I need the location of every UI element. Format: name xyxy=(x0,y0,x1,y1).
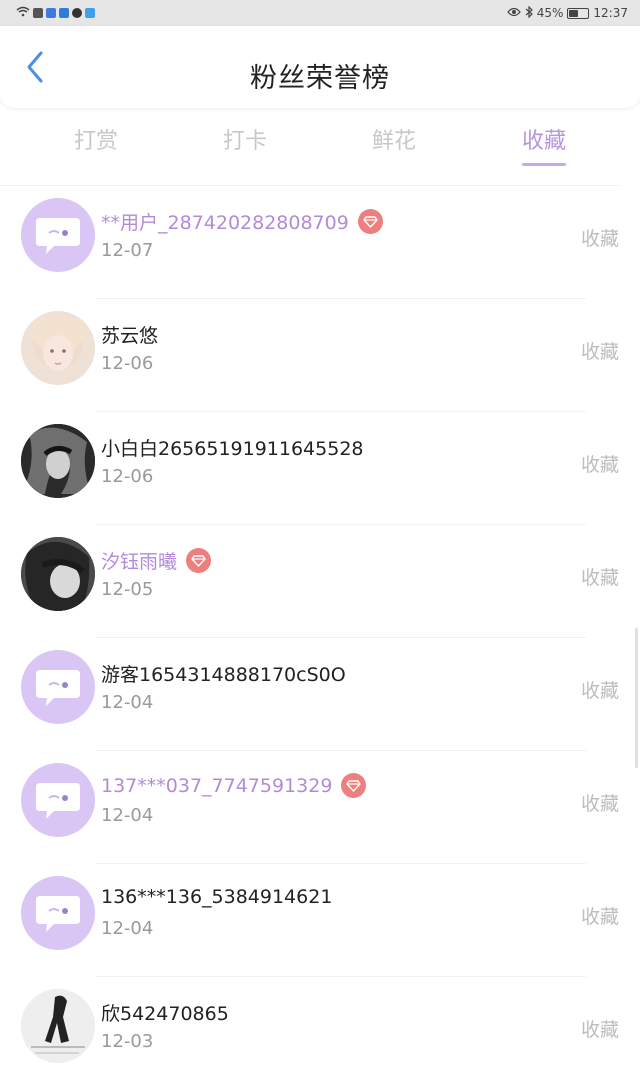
user-name[interactable]: 小白白26565191911645528 xyxy=(101,434,364,461)
avatar[interactable] xyxy=(21,311,95,385)
status-bar: 45% 12:37 xyxy=(0,0,640,26)
date: 12-05 xyxy=(101,579,154,600)
action-label: 收藏 xyxy=(580,793,619,815)
avatar[interactable] xyxy=(21,198,95,272)
eye-icon xyxy=(506,6,521,20)
list-item[interactable]: 小白白26565191911645528 12-06 收藏 xyxy=(21,412,619,525)
clock: 12:37 xyxy=(593,6,628,20)
user-name[interactable]: 游客1654314888170cS0O xyxy=(101,660,346,687)
action-label: 收藏 xyxy=(580,567,619,589)
diamond-badge-icon xyxy=(186,548,212,573)
avatar[interactable] xyxy=(21,763,95,837)
action-label: 收藏 xyxy=(580,228,619,250)
battery-icon xyxy=(567,7,590,19)
list-item[interactable]: 苏云悠 12-06 收藏 xyxy=(21,299,619,412)
chat-bubble-icon xyxy=(36,783,80,819)
avatar[interactable] xyxy=(21,989,95,1063)
diamond-badge-icon xyxy=(341,773,367,798)
avatar[interactable] xyxy=(21,537,95,611)
active-tab-indicator xyxy=(522,163,566,166)
date: 12-06 xyxy=(101,466,154,487)
tab-favorites-label: 收藏 xyxy=(521,129,566,154)
tab-tips[interactable]: 打赏 xyxy=(66,123,126,155)
date: 12-07 xyxy=(101,240,154,261)
bluetooth-icon xyxy=(525,5,533,21)
user-name[interactable]: 136***136_5384914621 xyxy=(101,886,332,908)
user-name[interactable]: **用户_287420282808709 xyxy=(101,208,349,235)
tab-favorites[interactable]: 收藏 xyxy=(514,123,574,166)
app-icon xyxy=(72,8,82,18)
tab-checkin[interactable]: 打卡 xyxy=(215,123,275,155)
action-label: 收藏 xyxy=(580,1019,619,1041)
tab-flowers[interactable]: 鲜花 xyxy=(364,123,424,155)
user-name[interactable]: 苏云悠 xyxy=(101,321,158,348)
date: 12-04 xyxy=(101,692,154,713)
date: 12-04 xyxy=(101,805,154,826)
user-name[interactable]: 137***037_7747591329 xyxy=(101,775,332,797)
app-icon xyxy=(46,8,56,18)
list-item[interactable]: 137***037_7747591329 12-04 收藏 xyxy=(21,751,619,864)
user-name[interactable]: 汐钰雨曦 xyxy=(101,547,177,574)
diamond-badge-icon xyxy=(357,209,383,234)
scrollbar[interactable] xyxy=(635,628,638,768)
action-label: 收藏 xyxy=(580,454,619,476)
avatar[interactable] xyxy=(21,650,95,724)
battery-percent: 45% xyxy=(536,6,564,20)
header: 粉丝荣誉榜 xyxy=(0,26,640,108)
date: 12-04 xyxy=(101,918,154,939)
wifi-icon xyxy=(16,6,30,20)
fan-list: **用户_287420282808709 12-07 收藏 苏云悠 12-06 … xyxy=(0,186,640,1067)
user-name[interactable]: 欣542470865 xyxy=(101,999,229,1026)
action-label: 收藏 xyxy=(580,680,619,702)
page-title: 粉丝荣誉榜 xyxy=(250,63,390,94)
avatar[interactable] xyxy=(21,876,95,950)
chat-bubble-icon xyxy=(36,670,80,706)
list-item[interactable]: 欣542470865 12-03 收藏 xyxy=(21,977,619,1067)
action-label: 收藏 xyxy=(580,341,619,363)
chat-bubble-icon xyxy=(36,218,80,254)
chat-bubble-icon xyxy=(36,896,80,932)
date: 12-03 xyxy=(101,1031,154,1052)
list-item[interactable]: 136***136_5384914621 12-04 收藏 xyxy=(21,864,619,977)
tab-bar: 打赏 打卡 鲜花 收藏 xyxy=(0,115,640,170)
list-item[interactable]: 游客1654314888170cS0O 12-04 收藏 xyxy=(21,638,619,751)
avatar[interactable] xyxy=(21,424,95,498)
list-item[interactable]: **用户_287420282808709 12-07 收藏 xyxy=(21,186,619,299)
chat-app-icon xyxy=(33,8,43,18)
list-item[interactable]: 汐钰雨曦 12-05 收藏 xyxy=(21,525,619,638)
notification-icons xyxy=(16,6,95,20)
app-icon xyxy=(85,8,95,18)
date: 12-06 xyxy=(101,353,154,374)
action-label: 收藏 xyxy=(580,906,619,928)
app-icon xyxy=(59,8,69,18)
